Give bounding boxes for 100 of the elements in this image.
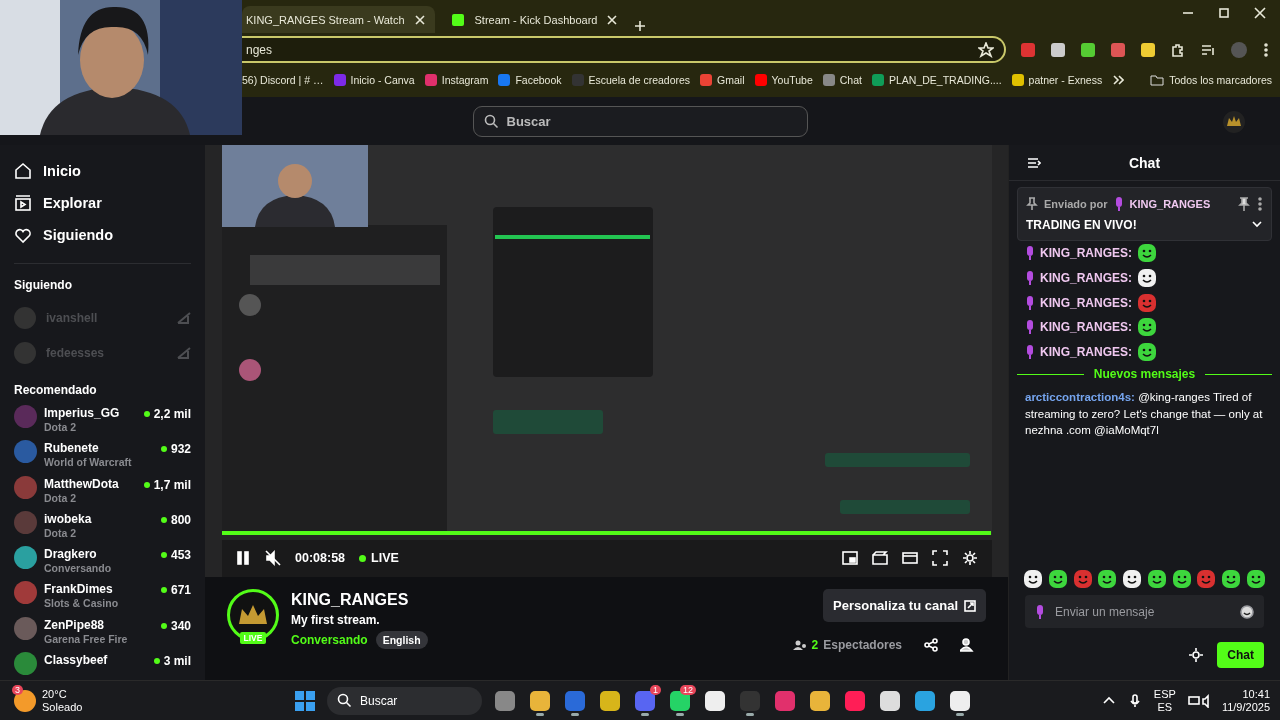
- bookmark[interactable]: Facebook: [498, 73, 562, 86]
- recommended-channel[interactable]: MatthewDota Dota 2 1,7 mil: [14, 475, 205, 511]
- bookmark[interactable]: Chat: [822, 73, 862, 86]
- viewer-count: 800: [160, 510, 191, 527]
- bookmark[interactable]: YouTube: [754, 73, 813, 86]
- recommended-channel[interactable]: FrankDimes Slots & Casino 671: [14, 581, 205, 617]
- input-language[interactable]: ESP ES: [1153, 687, 1176, 714]
- channel-category: Garena Free Fire: [44, 632, 129, 645]
- username[interactable]: KING_RANGES:: [1040, 295, 1132, 310]
- language-tag[interactable]: English: [375, 631, 428, 649]
- fullscreen-icon[interactable]: [932, 550, 948, 566]
- username[interactable]: KING_RANGES:: [1040, 271, 1132, 286]
- bookmark[interactable]: Inicio - Canva: [333, 73, 415, 86]
- pause-icon[interactable]: [235, 550, 251, 566]
- channel-category: Dota 2: [44, 526, 78, 539]
- browser-tab[interactable]: KING_RANGES Stream - Watch: [242, 6, 435, 33]
- chat-input[interactable]: Enviar un mensaje: [1025, 595, 1264, 628]
- emote-icon: [1047, 569, 1068, 589]
- channel-name: ZenPipe88: [44, 617, 106, 632]
- send-chat-button[interactable]: Chat: [1217, 642, 1264, 668]
- collapse-chat-icon[interactable]: [1027, 155, 1041, 170]
- viewer-count: 932: [160, 440, 191, 457]
- unpin-icon[interactable]: [1237, 197, 1251, 211]
- more-icon[interactable]: [1262, 42, 1270, 57]
- username[interactable]: KING_RANGES:: [1040, 320, 1132, 335]
- nav-link[interactable]: Explorar: [14, 187, 205, 219]
- network-volume-icon[interactable]: [1187, 693, 1210, 708]
- recommended-channel[interactable]: Rubenete World of Warcraft 932: [14, 440, 205, 476]
- tab-close-icon[interactable]: [414, 14, 425, 25]
- close-icon[interactable]: [1254, 6, 1266, 19]
- new-tab-icon[interactable]: [633, 19, 648, 33]
- browser-tab[interactable]: Stream - Kick Dashboard: [440, 6, 628, 33]
- bookmark[interactable]: patner - Exness: [1011, 73, 1103, 86]
- nav-link[interactable]: Siguiendo: [14, 219, 205, 251]
- recommended-channel[interactable]: ZenPipe88 Garena Free Fire 340: [14, 616, 205, 653]
- notification-badge: 12: [680, 684, 696, 695]
- search-icon: [483, 113, 499, 129]
- recommended-channel[interactable]: Dragkero Conversando 453: [14, 546, 205, 582]
- expand-icon[interactable]: [1251, 218, 1263, 230]
- viewers-icon: [792, 639, 807, 651]
- channel-category: Dota 2: [44, 421, 78, 433]
- viewer-count: 671: [160, 581, 191, 598]
- emote-icon: [1137, 317, 1157, 338]
- search-field[interactable]: Buscar: [472, 105, 808, 137]
- settings-icon[interactable]: [962, 550, 978, 566]
- maximize-icon[interactable]: [1218, 6, 1230, 19]
- user-settings-icon[interactable]: [960, 638, 974, 652]
- avatar: [14, 440, 37, 464]
- clock[interactable]: 10:41 11/9/2025: [1221, 687, 1270, 714]
- emote-icon: [1137, 243, 1157, 264]
- weather-widget[interactable]: 3 20°C Soleado: [14, 687, 294, 714]
- bookmarks-folder[interactable]: Todos los marcadores: [1150, 73, 1272, 86]
- emote-icon: [1221, 569, 1242, 589]
- extension-icon[interactable]: [1050, 41, 1066, 58]
- customize-channel-button[interactable]: Personaliza tu canal: [823, 589, 986, 622]
- bookmark[interactable]: Gmail: [700, 73, 745, 86]
- notification-badge: 3: [12, 684, 23, 695]
- bookmark[interactable]: Escuela de creadores: [571, 73, 691, 86]
- recommended-channel[interactable]: Imperius_GG Dota 2 2,2 mil: [14, 405, 205, 441]
- viewer-count: 2,2 mil: [143, 405, 191, 421]
- chevrons-icon[interactable]: [1112, 73, 1125, 86]
- nav-link[interactable]: Inicio: [14, 155, 205, 187]
- avatar: [14, 475, 37, 499]
- taskbar-search[interactable]: Buscar: [327, 686, 482, 715]
- muted-icon[interactable]: [265, 550, 281, 566]
- bookmark[interactable]: 56) Discord | # …: [242, 73, 324, 86]
- extension-icon[interactable]: [1110, 41, 1126, 58]
- star-icon[interactable]: [978, 41, 994, 58]
- extension-icon[interactable]: [1140, 41, 1156, 58]
- recommended-channel[interactable]: iwobeka Dota 2 800: [14, 510, 205, 547]
- pip-icon[interactable]: [842, 550, 858, 566]
- channel-name: Dragkero: [44, 547, 98, 562]
- home-icon: [14, 162, 32, 180]
- recommended-channel[interactable]: Classybeef 3 mil: [14, 652, 205, 680]
- offline-icon: [177, 346, 191, 359]
- address-field[interactable]: nges: [242, 36, 1006, 63]
- more-icon[interactable]: [1257, 197, 1263, 211]
- offline-icon: [177, 311, 191, 324]
- emoji-icon[interactable]: [1240, 604, 1254, 619]
- extension-icon[interactable]: [1080, 41, 1096, 58]
- emote-icon: [1196, 569, 1217, 589]
- share-icon[interactable]: [924, 638, 938, 652]
- username[interactable]: KING_RANGES:: [1040, 246, 1132, 261]
- puzzle-icon[interactable]: [1170, 41, 1186, 58]
- clip-icon[interactable]: [872, 550, 888, 566]
- pinned-by-label: Enviado por: [1044, 198, 1108, 210]
- crown-avatar[interactable]: [1222, 110, 1246, 134]
- chat-title: Chat: [1128, 154, 1161, 171]
- theater-icon[interactable]: [902, 550, 918, 566]
- emote-icon: [1171, 569, 1192, 589]
- username[interactable]: KING_RANGES:: [1040, 345, 1132, 360]
- bookmark[interactable]: PLAN_DE_TRADING....: [871, 73, 1002, 86]
- bookmark[interactable]: Instagram: [424, 73, 489, 86]
- settings-icon[interactable]: [1189, 648, 1204, 662]
- stream-category[interactable]: Conversando: [291, 633, 368, 647]
- start-icon[interactable]: [294, 689, 316, 712]
- elapsed-time: 00:08:58: [295, 551, 346, 565]
- tab-close-icon[interactable]: [607, 14, 618, 25]
- mic-icon[interactable]: [1127, 693, 1142, 708]
- search-icon: [337, 693, 352, 708]
